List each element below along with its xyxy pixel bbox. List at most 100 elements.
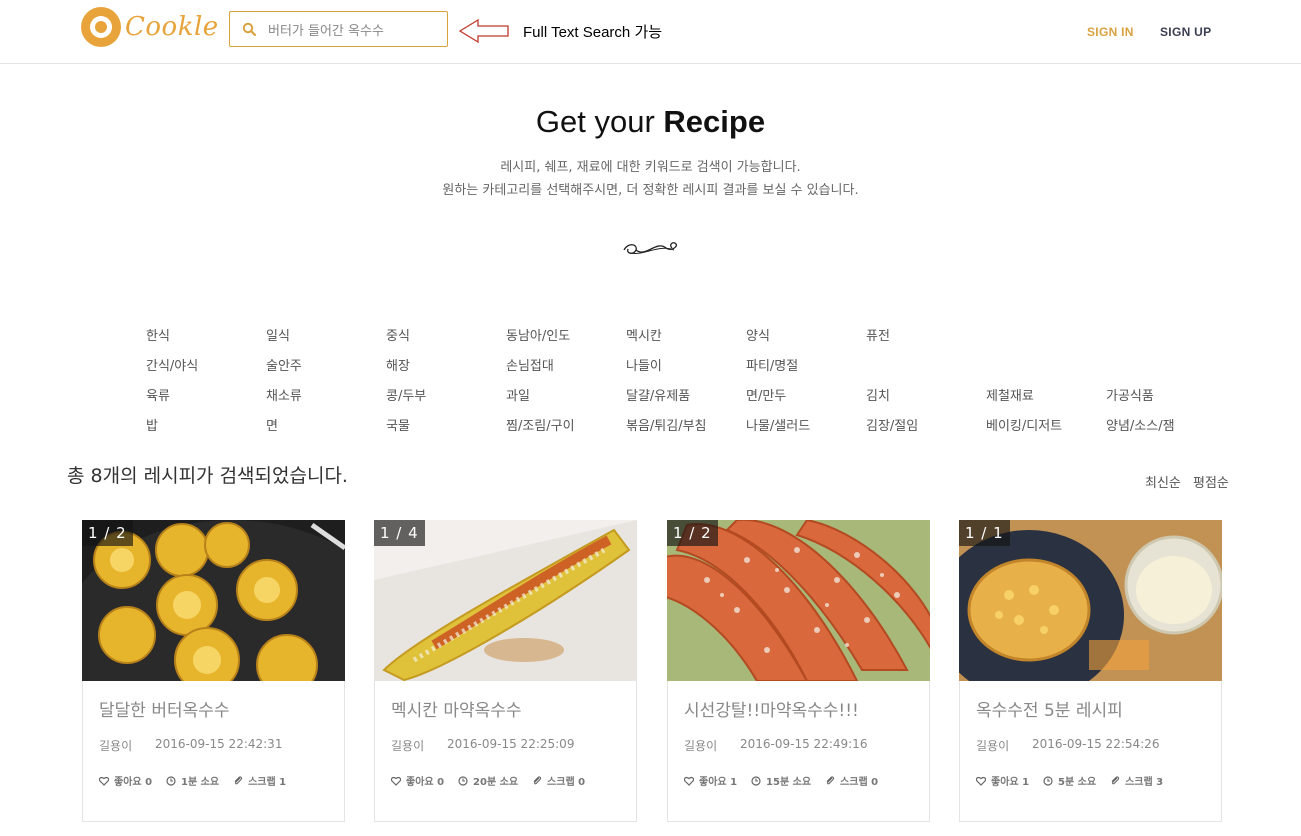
category-link[interactable]: 손님접대	[506, 355, 554, 374]
scrap-stat: 스크랩 0	[825, 773, 878, 788]
recipe-stats: 좋아요 1 15분 소요 스크랩 0	[684, 773, 892, 788]
image-counter: 1 / 1	[959, 520, 1010, 546]
recipe-card[interactable]: 1 / 2 시선강탈!!마약옥수수!!! 길용이 2016-09-15 22:4…	[667, 520, 930, 822]
recipe-title[interactable]: 시선강탈!!마약옥수수!!!	[684, 696, 859, 721]
search-icon	[242, 22, 256, 36]
category-link[interactable]: 나들이	[626, 355, 662, 374]
paperclip-icon	[826, 775, 835, 784]
recipe-card[interactable]: 1 / 4 멕시칸 마약옥수수 길용이 2016-09-15 22:25:09 …	[374, 520, 637, 822]
category-link[interactable]: 가공식품	[1106, 385, 1154, 404]
category-link[interactable]: 동남아/인도	[506, 325, 570, 344]
category-link[interactable]: 김장/절임	[866, 415, 918, 434]
category-link[interactable]: 면/만두	[746, 385, 786, 404]
arrow-left-icon	[458, 18, 509, 44]
sign-up-link[interactable]: SIGN UP	[1160, 25, 1211, 39]
likes-stat: 좋아요 0	[391, 773, 444, 788]
likes-stat: 좋아요 0	[99, 773, 152, 788]
category-link[interactable]: 과일	[506, 385, 530, 404]
recipe-title[interactable]: 달달한 버터옥수수	[99, 696, 230, 721]
recipe-title[interactable]: 멕시칸 마약옥수수	[391, 696, 522, 721]
category-link[interactable]: 볶음/튀김/부침	[626, 415, 707, 434]
category-link[interactable]: 양념/소스/잼	[1106, 415, 1175, 434]
time-stat: 5분 소요	[1043, 773, 1096, 788]
scrap-label: 스크랩 0	[547, 777, 586, 788]
clock-icon	[751, 775, 761, 786]
recipe-date: 2016-09-15 22:25:09	[447, 737, 575, 751]
category-link[interactable]: 찜/조림/구이	[506, 415, 575, 434]
time-stat: 15분 소요	[751, 773, 811, 788]
category-link[interactable]: 김치	[866, 385, 890, 404]
clock-icon	[458, 775, 468, 786]
category-link[interactable]: 육류	[146, 385, 170, 404]
recipe-date: 2016-09-15 22:54:26	[1032, 737, 1160, 751]
result-count: 총 8개의 레시피가 검색되었습니다.	[67, 465, 348, 487]
recipe-card[interactable]: 1 / 1 옥수수전 5분 레시피 길용이 2016-09-15 22:54:2…	[959, 520, 1222, 822]
cookle-logo[interactable]: Cookle	[81, 7, 219, 47]
category-link[interactable]: 술안주	[266, 355, 302, 374]
top-header: Cookle Full Text Search 가능 SIGN IN SIGN …	[0, 0, 1301, 64]
category-link[interactable]: 베이킹/디저트	[986, 415, 1062, 434]
image-counter: 1 / 4	[374, 520, 425, 546]
image-counter: 1 / 2	[82, 520, 133, 546]
category-link[interactable]: 퓨전	[866, 325, 890, 344]
category-link[interactable]: 멕시칸	[626, 325, 662, 344]
time-label: 5분 소요	[1058, 777, 1097, 788]
category-link[interactable]: 해장	[386, 355, 410, 374]
likes-label: 좋아요 1	[991, 777, 1030, 788]
recipe-photo: 1 / 2	[667, 520, 930, 681]
sort-rating-button[interactable]: 평점순	[1193, 472, 1229, 491]
sign-in-link[interactable]: SIGN IN	[1087, 25, 1134, 39]
sort-latest-button[interactable]: 최신순	[1145, 472, 1181, 491]
paperclip-icon	[533, 775, 542, 784]
annotation-text: Full Text Search 가능	[523, 24, 663, 41]
time-label: 20분 소요	[473, 777, 519, 788]
clock-icon	[166, 775, 176, 786]
flourish-icon	[623, 242, 678, 254]
category-link[interactable]: 나물/샐러드	[746, 415, 810, 434]
category-link[interactable]: 간식/야식	[146, 355, 198, 374]
scrap-label: 스크랩 0	[840, 777, 879, 788]
recipe-author: 길용이	[976, 739, 1010, 753]
category-link[interactable]: 국물	[386, 415, 410, 434]
clock-icon	[1043, 775, 1053, 786]
heart-icon	[391, 776, 401, 786]
category-link[interactable]: 콩/두부	[386, 385, 426, 404]
hero-title-bold: Recipe	[663, 104, 766, 139]
image-counter: 1 / 2	[667, 520, 718, 546]
category-link[interactable]: 면	[266, 415, 278, 434]
category-link[interactable]: 양식	[746, 325, 770, 344]
scrap-label: 스크랩 1	[248, 777, 287, 788]
hero-title-light: Get your	[535, 104, 664, 139]
category-link[interactable]: 달걀/유제품	[626, 385, 690, 404]
search-box[interactable]	[229, 11, 448, 47]
hero-desc-line2: 원하는 카테고리를 선택해주시면, 더 정확한 레시피 결과를 보실 수 있습니…	[442, 183, 859, 198]
recipe-stats: 좋아요 0 20분 소요 스크랩 0	[391, 773, 599, 788]
heart-icon	[976, 776, 986, 786]
scrap-stat: 스크랩 1	[233, 773, 286, 788]
likes-label: 좋아요 0	[406, 777, 445, 788]
heart-icon	[684, 776, 694, 786]
category-link[interactable]: 파티/명절	[746, 355, 798, 374]
likes-stat: 좋아요 1	[976, 773, 1029, 788]
category-link[interactable]: 일식	[266, 325, 290, 344]
category-link[interactable]: 채소류	[266, 385, 302, 404]
hero-title: Get your Recipe	[0, 104, 1301, 140]
category-link[interactable]: 밥	[146, 415, 158, 434]
heart-icon	[99, 776, 109, 786]
recipe-card[interactable]: 1 / 2 달달한 버터옥수수 길용이 2016-09-15 22:42:31 …	[82, 520, 345, 822]
recipe-stats: 좋아요 0 1분 소요 스크랩 1	[99, 773, 300, 788]
search-input[interactable]	[268, 21, 438, 37]
recipe-title[interactable]: 옥수수전 5분 레시피	[976, 696, 1123, 721]
category-link[interactable]: 중식	[386, 325, 410, 344]
paperclip-icon	[1111, 775, 1120, 784]
recipe-author: 길용이	[684, 739, 718, 753]
likes-label: 좋아요 1	[699, 777, 738, 788]
recipe-photo: 1 / 2	[82, 520, 345, 681]
scrap-label: 스크랩 3	[1125, 777, 1164, 788]
time-stat: 1분 소요	[166, 773, 219, 788]
time-label: 1분 소요	[181, 777, 220, 788]
recipe-photo: 1 / 4	[374, 520, 637, 681]
category-link[interactable]: 제철재료	[986, 385, 1034, 404]
scrap-stat: 스크랩 0	[532, 773, 585, 788]
category-link[interactable]: 한식	[146, 325, 170, 344]
